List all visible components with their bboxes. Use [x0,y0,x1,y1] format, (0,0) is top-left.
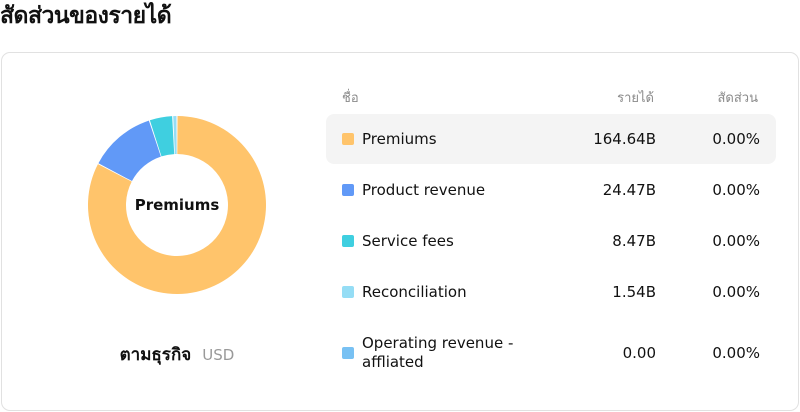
row-revenue: 24.47B [602,181,656,199]
column-header-revenue: รายได้ [617,91,654,106]
chart-caption-currency: USD [202,346,235,364]
donut-chart: Premiums [88,116,266,294]
column-header-share: สัดส่วน [717,91,759,106]
chart-caption: ตามธุรกิจ USD [2,341,352,368]
table-row[interactable]: Operating revenue - affliated 0.00 0.00% [326,328,776,378]
row-revenue: 8.47B [612,232,656,250]
table-row[interactable]: Product revenue 24.47B 0.00% [326,165,776,215]
legend-swatch [342,347,354,359]
row-share: 0.00% [712,232,760,250]
row-revenue: 164.64B [593,130,656,148]
row-share: 0.00% [712,344,760,362]
table-row[interactable]: Reconciliation 1.54B 0.00% [326,267,776,317]
revenue-breakdown-card: Premiums ตามธุรกิจ USD ชื่อ รายได้ สัดส่… [1,52,799,411]
table-row[interactable]: Service fees 8.47B 0.00% [326,216,776,266]
row-revenue: 1.54B [612,283,656,301]
row-name: Service fees [362,231,454,250]
legend-swatch [342,184,354,196]
row-revenue: 0.00 [622,344,656,362]
row-name: Product revenue [362,180,486,199]
row-name: Reconciliation [362,282,467,301]
page-title: สัดส่วนของรายได้ [0,3,172,29]
column-header-name: ชื่อ [342,91,359,106]
row-name: Operating revenue - affliated [362,334,514,371]
table-row[interactable]: Premiums 164.64B 0.00% [326,114,776,164]
legend-swatch [342,286,354,298]
legend-swatch [342,133,354,145]
row-share: 0.00% [712,181,760,199]
row-name: Premiums [362,129,437,148]
chart-caption-segment: ตามธุรกิจ [119,345,192,365]
legend-swatch [342,235,354,247]
row-share: 0.00% [712,283,760,301]
donut-center-label: Premiums [134,196,220,214]
row-share: 0.00% [712,130,760,148]
